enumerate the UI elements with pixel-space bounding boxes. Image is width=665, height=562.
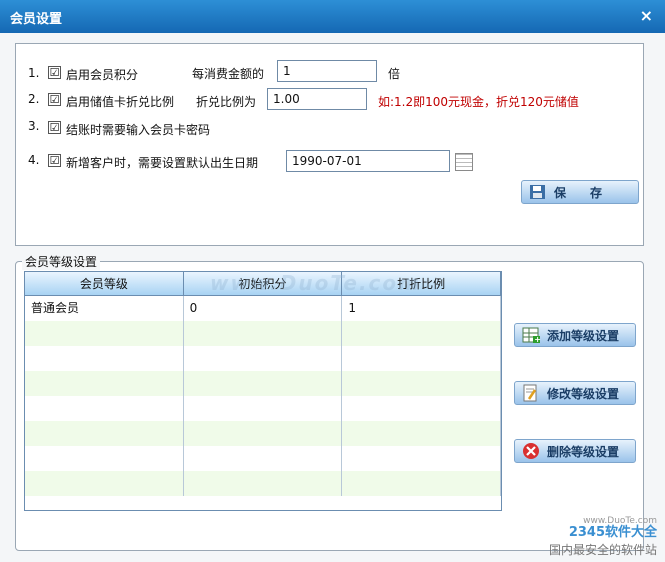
points-multiplier-input[interactable]: 1: [277, 60, 377, 82]
table-row[interactable]: 普通会员 0 1: [25, 296, 501, 321]
save-button[interactable]: 保 存: [521, 180, 639, 204]
calendar-icon[interactable]: [455, 153, 473, 171]
cell-points: 0: [184, 296, 343, 321]
require-password-label: 结账时需要输入会员卡密码: [66, 123, 211, 137]
table-row-empty: [25, 471, 501, 496]
delete-circle-icon: [521, 442, 541, 460]
window-body: 1. ☑ 启用会员积分 每消费金额的 1 倍 2. ☑ 启用储值卡折兑比例 折兑…: [0, 33, 665, 562]
edit-level-label: 修改等级设置: [547, 386, 620, 401]
close-icon[interactable]: ×: [640, 6, 653, 25]
option-1-number: 1.: [28, 66, 40, 80]
table-row-empty: [25, 321, 501, 346]
delete-level-label: 删除等级设置: [547, 444, 620, 459]
delete-level-button[interactable]: 删除等级设置: [514, 439, 636, 463]
ratio-input[interactable]: 1.00: [267, 88, 367, 110]
edit-document-icon: [521, 384, 541, 402]
points-label: 每消费金额的: [192, 67, 265, 81]
level-settings-legend: 会员等级设置: [22, 253, 101, 270]
table-row-empty: [25, 346, 501, 371]
enable-points-label: 启用会员积分: [66, 68, 139, 82]
enable-ratio-checkbox[interactable]: ☑: [48, 93, 61, 106]
table-row-empty: [25, 446, 501, 471]
cell-level: 普通会员: [25, 296, 184, 321]
add-level-button[interactable]: + 添加等级设置: [514, 323, 636, 347]
ratio-hint: 如:1.2即100元现金，折兑120元储值: [378, 95, 579, 109]
watermark-site: 国内最安全的软件站: [548, 543, 657, 557]
window-title: 会员设置: [10, 12, 63, 27]
save-button-label: 保 存: [554, 185, 603, 200]
header-level[interactable]: 会员等级: [25, 272, 184, 295]
add-level-label: 添加等级设置: [547, 328, 620, 343]
level-grid[interactable]: 会员等级 初始积分 打折比例 普通会员 0 1: [24, 271, 502, 511]
option-3-number: 3.: [28, 119, 40, 133]
watermark-text: www.DuoTe.com: [210, 271, 421, 295]
enable-points-checkbox[interactable]: ☑: [48, 66, 61, 79]
default-birthday-checkbox[interactable]: ☑: [48, 154, 61, 167]
option-4-number: 4.: [28, 153, 40, 167]
option-2-number: 2.: [28, 92, 40, 106]
points-unit: 倍: [388, 67, 401, 81]
save-icon: [528, 183, 548, 201]
require-password-checkbox[interactable]: ☑: [48, 121, 61, 134]
add-table-icon: +: [521, 326, 541, 344]
default-birthday-label: 新增客户时，需要设置默认出生日期: [66, 156, 259, 170]
svg-text:+: +: [534, 335, 541, 344]
table-row-empty: [25, 371, 501, 396]
watermark-logo: 2345软件大全: [568, 525, 657, 540]
table-row-empty: [25, 421, 501, 446]
title-bar: 会员设置 ×: [0, 0, 665, 33]
ratio-label: 折兑比例为: [196, 95, 257, 109]
birthday-input[interactable]: 1990-07-01: [286, 150, 450, 172]
edit-level-button[interactable]: 修改等级设置: [514, 381, 636, 405]
cell-discount: 1: [342, 296, 501, 321]
enable-ratio-label: 启用储值卡折兑比例: [66, 95, 175, 109]
table-row-empty: [25, 396, 501, 421]
